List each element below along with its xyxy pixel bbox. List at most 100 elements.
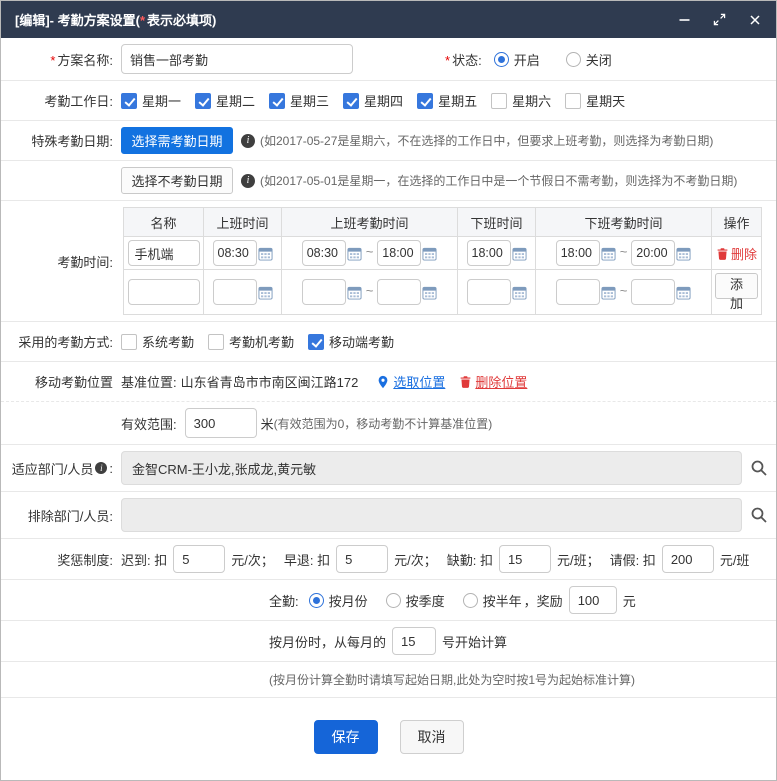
select-no-dates-button[interactable]: 选择不考勤日期 <box>121 167 233 194</box>
shift-name-input[interactable] <box>127 279 200 305</box>
checkbox-label: 系统考勤 <box>142 335 195 350</box>
absent-fine-input[interactable] <box>498 545 551 573</box>
close-button[interactable] <box>747 12 762 27</box>
checkbox-label: 星期天 <box>586 94 626 109</box>
start-range-from-input[interactable] <box>301 240 346 266</box>
calendar-icon[interactable] <box>601 246 616 261</box>
status-on-radio[interactable]: 开启 <box>493 50 540 69</box>
calendar-icon[interactable] <box>422 285 437 300</box>
pick-location-link[interactable]: 选取位置 <box>376 372 445 391</box>
radio-label: 开启 <box>513 52 540 68</box>
methods-row: 采用的考勤方式: 系统考勤 考勤机考勤 移动端考勤 <box>1 322 776 362</box>
checkbox-icon <box>121 92 137 109</box>
work-start-input[interactable] <box>212 240 257 266</box>
checkbox-label: 星期六 <box>512 94 552 109</box>
end-range-from-input[interactable] <box>555 240 600 266</box>
start-range-to-input[interactable] <box>377 279 422 305</box>
radio-label: 关闭 <box>585 52 612 68</box>
work-end-input[interactable] <box>466 240 511 266</box>
select-need-dates-button[interactable]: 选择需考勤日期 <box>121 127 233 154</box>
delete-location-link[interactable]: 删除位置 <box>459 372 527 391</box>
full-attendance-row: 全勤: 按月份 按季度 按半年 ，奖励 元 <box>1 580 776 621</box>
full-attendance-hint-row: (按月份计算全勤时请填写起始日期,此处为空时按1号为起始标准计算) <box>1 662 776 698</box>
maximize-button[interactable] <box>712 12 727 27</box>
leave-fine-input[interactable] <box>661 545 714 573</box>
workdays-group: 星期一 星期二 星期三 星期四 星期五 星期六 星期天 <box>121 91 625 110</box>
column-header-start-range: 上班考勤时间 <box>281 207 458 237</box>
checkbox-label: 星期二 <box>216 94 256 109</box>
required-asterisk: * <box>139 13 145 28</box>
quarterly-radio[interactable]: 按季度 <box>385 591 445 610</box>
add-row-button[interactable]: 添加 <box>715 273 758 311</box>
start-day-input[interactable] <box>392 627 437 655</box>
calendar-icon[interactable] <box>601 285 616 300</box>
range-input[interactable] <box>184 408 257 438</box>
status-off-radio[interactable]: 关闭 <box>565 50 612 69</box>
shift-name-input[interactable] <box>127 240 200 266</box>
calendar-icon[interactable] <box>347 285 362 300</box>
late-fine-input[interactable] <box>173 545 226 573</box>
special-need-row: 特殊考勤日期: 选择需考勤日期 (如2017-05-27是星期六，不在选择的工作… <box>1 121 776 161</box>
trash-icon <box>459 375 472 388</box>
checkbox-icon <box>308 333 325 350</box>
rewards-label: 奖惩制度: <box>57 552 113 568</box>
table-row: ~ ~ 删除 <box>123 236 762 270</box>
search-icon[interactable] <box>750 459 768 477</box>
workday-monday-checkbox[interactable]: 星期一 <box>121 91 181 110</box>
radio-icon <box>565 51 581 67</box>
workday-friday-checkbox[interactable]: 星期五 <box>417 91 477 110</box>
plan-name-input[interactable] <box>121 44 353 74</box>
column-header-name: 名称 <box>123 207 204 237</box>
range-hint: (有效范围为0，移动考勤不计算基准位置) <box>273 416 493 431</box>
checkbox-label: 星期四 <box>364 94 404 109</box>
maximize-icon <box>713 13 726 26</box>
full-attendance-radios: 按月份 按季度 按半年 <box>308 591 522 610</box>
special-dates-label: 特殊考勤日期: <box>31 134 113 149</box>
end-range-from-input[interactable] <box>555 279 600 305</box>
rewards-row: 奖惩制度: 迟到: 扣 元/次； 早退: 扣 元/次； 缺勤: 扣 元/班； 请… <box>1 539 776 580</box>
work-start-input[interactable] <box>212 279 257 305</box>
cancel-button[interactable]: 取消 <box>399 720 464 754</box>
start-range-from-input[interactable] <box>301 279 346 305</box>
exclude-dept-input[interactable] <box>121 498 742 532</box>
attendance-settings-dialog: [编辑]- 考勤方案设置(*表示必填项) *方案名称: *状态: 开启 关闭 考… <box>0 0 777 781</box>
radio-icon <box>493 51 509 67</box>
monthly-radio[interactable]: 按月份 <box>308 591 368 610</box>
early-fine-input[interactable] <box>336 545 389 573</box>
workday-sunday-checkbox[interactable]: 星期天 <box>565 91 625 110</box>
end-range-to-input[interactable] <box>631 240 676 266</box>
include-dept-input[interactable] <box>121 451 742 485</box>
calendar-icon[interactable] <box>676 246 691 261</box>
calendar-icon[interactable] <box>258 246 273 261</box>
system-attendance-checkbox[interactable]: 系统考勤 <box>121 332 194 351</box>
work-end-input[interactable] <box>466 279 511 305</box>
minimize-button[interactable] <box>677 12 692 27</box>
machine-attendance-checkbox[interactable]: 考勤机考勤 <box>208 332 294 351</box>
calendar-icon[interactable] <box>347 246 362 261</box>
workday-wednesday-checkbox[interactable]: 星期三 <box>269 91 329 110</box>
bonus-label: ，奖励 <box>523 593 563 609</box>
calendar-icon[interactable] <box>676 285 691 300</box>
start-range-to-input[interactable] <box>377 240 422 266</box>
half-year-radio[interactable]: 按半年 <box>462 591 522 610</box>
calendar-icon[interactable] <box>512 285 527 300</box>
column-header-end-range: 下班考勤时间 <box>535 207 712 237</box>
checkbox-icon <box>491 92 508 109</box>
calendar-icon[interactable] <box>258 285 273 300</box>
calendar-icon[interactable] <box>422 246 437 261</box>
delete-row-button[interactable]: 删除 <box>716 244 757 263</box>
workday-tuesday-checkbox[interactable]: 星期二 <box>195 91 255 110</box>
workday-saturday-checkbox[interactable]: 星期六 <box>491 91 551 110</box>
workday-thursday-checkbox[interactable]: 星期四 <box>343 91 403 110</box>
methods-label: 采用的考勤方式: <box>18 335 113 350</box>
bonus-input[interactable] <box>568 586 617 614</box>
trash-icon <box>716 247 729 260</box>
checkbox-icon <box>208 333 225 350</box>
search-icon[interactable] <box>750 506 768 524</box>
calendar-icon[interactable] <box>512 246 527 261</box>
monthly-start-label: 按月份时，从每月的 <box>269 634 387 650</box>
end-range-to-input[interactable] <box>631 279 676 305</box>
save-button[interactable]: 保存 <box>313 720 378 754</box>
mobile-attendance-checkbox[interactable]: 移动端考勤 <box>308 332 394 351</box>
absent-unit: 元/班； <box>556 552 600 568</box>
